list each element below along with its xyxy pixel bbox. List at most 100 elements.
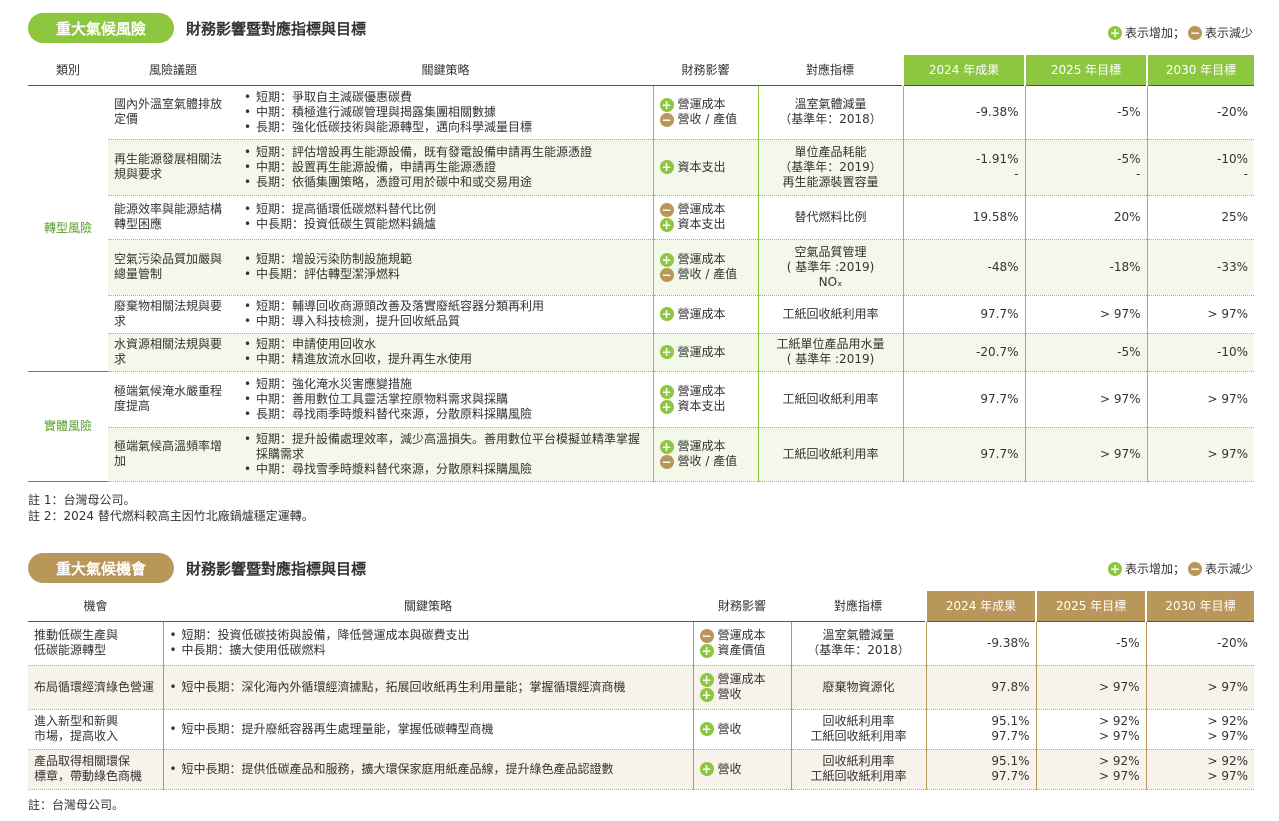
risk-section-title: 重大氣候風險 xyxy=(28,13,175,43)
opportunity-section-subtitle: 財務影響暨對應指標與目標 xyxy=(186,559,367,578)
indicator-cell: 工紙回收紙利用率 xyxy=(758,371,904,428)
strategy-cell: 短中長期：提供低碳產品和服務，擴大環保家庭用紙產品線，提升綠色產品認證數 xyxy=(163,749,694,790)
strategy-list: 短期：爭取自主減碳優惠碳費中期：積極進行減碳管理與揭露集團相關數據長期：強化低碳… xyxy=(244,90,647,135)
result-2025: -18% xyxy=(1025,239,1148,296)
strategy-item: 中期：設置再生能源設備，申請再生能源憑證 xyxy=(244,160,647,175)
impact-item: + 營運成本 xyxy=(659,384,752,399)
impact-cell: − 營運成本 + 資本支出 xyxy=(653,195,759,240)
strategy-cell: 短期：評估增設再生能源設備，既有發電設備申請再生能源憑證中期：設置再生能源設備，… xyxy=(238,139,654,196)
impact-label: 營運成本 xyxy=(677,306,726,321)
plus-icon: + xyxy=(659,217,674,232)
impact-label: 營運成本 xyxy=(677,97,726,111)
col-header-2025: 2025 年目標 xyxy=(1024,55,1147,86)
impact-item: + 資產價值 xyxy=(699,643,785,658)
plus-icon: + xyxy=(1107,561,1122,576)
impact-label: 營運成本 xyxy=(717,672,766,686)
impact-item: − 營運成本 xyxy=(659,202,752,217)
minus-icon: − xyxy=(659,267,674,282)
table-row: 布局循環經濟綠色營運短中長期：深化海內外循環經濟據點，拓展回收紙再生利用量能；掌… xyxy=(28,665,1254,710)
impact-label: 營運成本 xyxy=(677,344,726,359)
impact-cell: − 營運成本 + 資產價值 xyxy=(693,621,792,666)
strategy-list: 短中長期：深化海內外循環經濟據點，拓展回收紙再生利用量能；掌握循環經濟商機 xyxy=(170,680,687,695)
minus-icon: − xyxy=(659,202,674,217)
strategy-item: 中期：善用數位工具靈活掌控原物料需求與採購 xyxy=(244,392,647,407)
plus-icon: + xyxy=(659,307,674,321)
impact-label: 資本支出 xyxy=(677,399,726,413)
impact-cell: + 營運成本 xyxy=(653,333,759,372)
result-2025: 20% xyxy=(1025,195,1148,240)
impact-cell: + 營運成本 − 營收 / 產值 xyxy=(653,85,759,140)
impact-item: + 營運成本 xyxy=(659,306,752,322)
impact-label: 營運成本 xyxy=(677,439,726,453)
impact-item: + 營運成本 xyxy=(659,97,752,112)
impact-cell: + 營運成本 − 營收 / 產值 xyxy=(653,239,759,296)
category-cell: 轉型風險 xyxy=(28,85,108,372)
strategy-list: 短期：投資低碳技術與設備，降低營運成本與碳費支出中長期：擴大使用低碳燃料 xyxy=(170,628,687,658)
result-2030: > 97% xyxy=(1147,427,1254,482)
strategy-cell: 短期：申請使用回收水中期：精進放流水回收，提升再生水使用 xyxy=(238,333,654,372)
strategy-list: 短期：評估增設再生能源設備，既有發電設備申請再生能源憑證中期：設置再生能源設備，… xyxy=(244,145,647,190)
result-2030: -33% xyxy=(1147,239,1254,296)
impact-label: 營運成本 xyxy=(717,628,766,642)
risk-issue: 極端氣候淹水嚴重程度提高 xyxy=(108,371,238,428)
strategy-list: 短期：提升設備處理效率，減少高溫損失。善用數位平台模擬並精準掌握採購需求中期：尋… xyxy=(244,432,647,477)
impact-item: − 營收 / 產值 xyxy=(659,112,752,127)
risk-note-2: 註 2：2024 替代燃料較高主因竹北廠鍋爐穩定運轉。 xyxy=(28,509,314,523)
opportunity-section-title: 重大氣候機會 xyxy=(28,553,175,583)
impact-cell: + 營運成本 + 資本支出 xyxy=(653,371,759,428)
impact-item: + 資本支出 xyxy=(659,399,752,414)
col-header-category: 類別 xyxy=(28,55,108,86)
impact-item: − 營收 / 產值 xyxy=(659,267,752,282)
strategy-cell: 短期：增設污染防制設施規範中長期：評估轉型潔淨燃料 xyxy=(238,239,654,296)
strategy-list: 短期：增設污染防制設施規範中長期：評估轉型潔淨燃料 xyxy=(244,252,647,282)
risk-note-1: 註 1：台灣母公司。 xyxy=(28,493,136,507)
impact-item: + 營運成本 xyxy=(659,439,752,454)
impact-item: + 資本支出 xyxy=(659,217,752,232)
result-2030: > 97% xyxy=(1146,665,1254,710)
impact-item: + 營運成本 xyxy=(659,252,752,267)
risk-issue: 能源效率與能源結構轉型困應 xyxy=(108,195,238,240)
plus-icon: + xyxy=(1107,25,1122,40)
impact-item: + 營收 xyxy=(699,722,785,737)
impact-item: − 營收 / 產值 xyxy=(659,454,752,469)
col-header-indicator: 對應指標 xyxy=(758,55,903,86)
strategy-item: 短期：投資低碳技術與設備，降低營運成本與碳費支出 xyxy=(170,628,687,643)
table-row: 水資源相關法規與要求短期：申請使用回收水中期：精進放流水回收，提升再生水使用 +營… xyxy=(28,333,1254,372)
risk-issue: 極端氣候高溫頻率增加 xyxy=(108,427,238,482)
result-2030: -20% xyxy=(1146,621,1254,666)
col-header-strategy: 關鍵策略 xyxy=(238,55,653,86)
table-row: 極端氣候高溫頻率增加短期：提升設備處理效率，減少高溫損失。善用數位平台模擬並精準… xyxy=(28,427,1254,482)
indicator-cell: 工紙回收紙利用率 xyxy=(758,427,904,482)
impact-cell: + 資本支出 xyxy=(653,139,759,196)
impact-label: 資本支出 xyxy=(677,159,726,174)
result-2030: -20% xyxy=(1147,85,1254,140)
legend-increase-label: 表示增加； xyxy=(1124,26,1185,40)
strategy-item: 中期：導入科技檢測，提升回收紙品質 xyxy=(244,314,647,329)
result-2025: > 97% xyxy=(1025,427,1148,482)
plus-icon: + xyxy=(699,672,714,687)
opportunity-table: 機會 關鍵策略 財務影響 對應指標 2024 年成果 2025 年目標 2030… xyxy=(28,591,1254,790)
impact-label: 營收 / 產值 xyxy=(677,267,738,281)
risk-issue: 國內外溫室氣體排放定價 xyxy=(108,85,238,140)
impact-label: 資本支出 xyxy=(677,217,726,231)
result-2024: -9.38% xyxy=(926,621,1037,666)
strategy-item: 中期：尋找雪季時漿料替代來源，分散原料採購風險 xyxy=(244,462,647,477)
impact-cell: + 營收 xyxy=(693,749,792,790)
plus-icon: + xyxy=(699,762,714,776)
strategy-cell: 短中長期：提升廢紙容器再生處理量能，掌握低碳轉型商機 xyxy=(163,709,694,750)
result-2030: > 92% > 97% xyxy=(1146,749,1254,790)
indicator-cell: 回收紙利用率 工紙回收紙利用率 xyxy=(791,749,927,790)
col-header-2024: 2024 年成果 xyxy=(902,55,1025,86)
strategy-item: 長期：尋找雨季時漿料替代來源，分散原料採購風險 xyxy=(244,407,647,422)
col-header-2024: 2024 年成果 xyxy=(925,591,1036,622)
strategy-item: 長期：強化低碳技術與能源轉型，邁向科學減量目標 xyxy=(244,120,647,135)
strategy-cell: 短期：爭取自主減碳優惠碳費中期：積極進行減碳管理與揭露集團相關數據長期：強化低碳… xyxy=(238,85,654,140)
opportunity-issue: 推動低碳生產與 低碳能源轉型 xyxy=(28,621,164,666)
strategy-item: 中期：精進放流水回收，提升再生水使用 xyxy=(244,352,647,367)
col-header-2030: 2030 年目標 xyxy=(1146,55,1254,86)
result-2024: 97.7% xyxy=(903,295,1026,334)
result-2025: > 97% xyxy=(1036,665,1147,710)
result-2024: -48% xyxy=(903,239,1026,296)
opportunity-legend: + 表示增加； − 表示減少 xyxy=(1107,560,1253,577)
indicator-cell: 溫室氣體減量 （基準年：2018） xyxy=(758,85,904,140)
